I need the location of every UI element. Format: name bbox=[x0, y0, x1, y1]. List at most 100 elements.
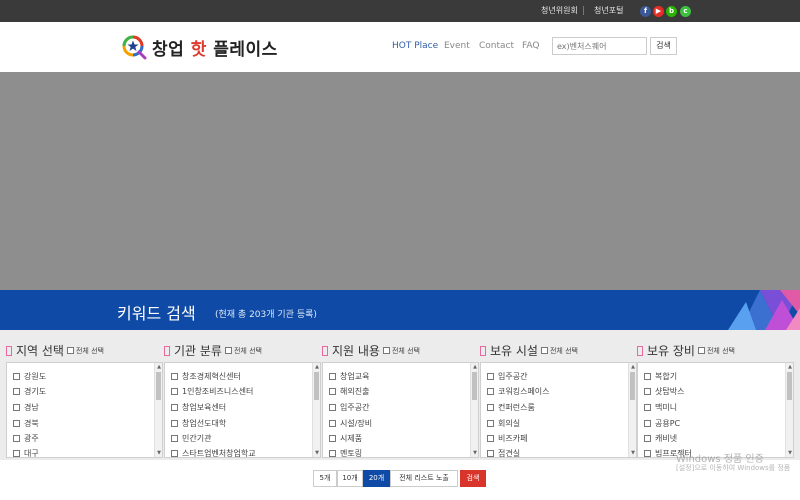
list-item[interactable]: 비즈카페 bbox=[487, 433, 527, 444]
checkbox-icon[interactable] bbox=[540, 347, 548, 354]
nav-hot-place[interactable]: HOT Place bbox=[392, 41, 438, 51]
filter-list[interactable]: 창조경제혁신센터 1인창조비즈니스센터 창업보육센터 창업선도대학 민간기관 스… bbox=[164, 362, 321, 458]
checkbox-icon[interactable] bbox=[487, 420, 494, 427]
list-item[interactable]: 스타트업벤처창업학교 bbox=[171, 448, 256, 457]
checkbox-icon[interactable] bbox=[329, 404, 336, 411]
checkbox-icon[interactable] bbox=[66, 347, 74, 354]
filter-title: 보유 시설 bbox=[490, 344, 538, 358]
list-item[interactable]: 광주 bbox=[13, 433, 39, 444]
checkbox-icon[interactable] bbox=[171, 388, 178, 395]
list-item[interactable]: 캐비넷 bbox=[644, 433, 677, 444]
logo-text[interactable]: 창업 핫 플레이스 bbox=[152, 35, 278, 60]
checkbox-icon[interactable] bbox=[13, 388, 20, 395]
checkbox-icon[interactable] bbox=[644, 420, 651, 427]
checkbox-icon[interactable] bbox=[487, 435, 494, 442]
list-item[interactable]: 회의실 bbox=[487, 418, 520, 429]
list-item[interactable]: 공용PC bbox=[644, 418, 680, 429]
list-item[interactable]: 강원도 bbox=[13, 371, 46, 382]
checkbox-icon[interactable] bbox=[697, 347, 705, 354]
checkbox-icon[interactable] bbox=[13, 435, 20, 442]
top-divider bbox=[583, 6, 584, 15]
search-button[interactable]: 검색 bbox=[650, 37, 677, 55]
blog-icon[interactable]: b bbox=[666, 6, 677, 17]
checkbox-icon[interactable] bbox=[171, 450, 178, 457]
list-item[interactable]: 1인창조비즈니스센터 bbox=[171, 386, 253, 397]
page-size-10-button[interactable]: 10개 bbox=[337, 470, 363, 487]
youtube-icon[interactable]: ▶ bbox=[653, 6, 664, 17]
scroll-down-icon[interactable]: ▼ bbox=[786, 449, 793, 457]
checkbox-icon[interactable] bbox=[13, 420, 20, 427]
checkbox-icon[interactable] bbox=[382, 347, 390, 354]
committee-link[interactable]: 청년위원회 bbox=[541, 5, 578, 16]
youth-portal-link[interactable]: 청년포털 bbox=[594, 5, 623, 16]
list-item[interactable]: 복합기 bbox=[644, 371, 677, 382]
checkbox-icon[interactable] bbox=[644, 450, 651, 457]
search-input[interactable] bbox=[552, 37, 647, 55]
checkbox-icon[interactable] bbox=[13, 373, 20, 380]
scroll-thumb[interactable] bbox=[787, 372, 792, 400]
select-all-checkbox[interactable]: 전체 선택 bbox=[224, 347, 262, 355]
filter-list[interactable]: 복합기 샷탑박스 맥미니 공용PC 캐비넷 빔프로젝터 ▲ ▼ bbox=[637, 362, 794, 458]
checkbox-icon[interactable] bbox=[487, 373, 494, 380]
show-all-list-button[interactable]: 전체 리스트 노출 bbox=[390, 470, 458, 487]
checkbox-icon[interactable] bbox=[487, 450, 494, 457]
checkbox-icon[interactable] bbox=[171, 404, 178, 411]
nav-faq[interactable]: FAQ bbox=[522, 41, 539, 51]
list-item[interactable]: 해외진출 bbox=[329, 386, 369, 397]
list-item[interactable]: 경남 bbox=[13, 402, 39, 413]
checkbox-icon[interactable] bbox=[171, 435, 178, 442]
checkbox-icon[interactable] bbox=[644, 404, 651, 411]
select-all-checkbox[interactable]: 전체 선택 bbox=[540, 347, 578, 355]
list-item[interactable]: 민간기관 bbox=[171, 433, 211, 444]
checkbox-icon[interactable] bbox=[13, 404, 20, 411]
list-item[interactable]: 시설/장비 bbox=[329, 418, 372, 429]
filter-search-button[interactable]: 검색 bbox=[460, 470, 486, 487]
list-item[interactable]: 맥미니 bbox=[644, 402, 677, 413]
list-item[interactable]: 창업교육 bbox=[329, 371, 369, 382]
checkbox-icon[interactable] bbox=[644, 373, 651, 380]
checkbox-icon[interactable] bbox=[329, 420, 336, 427]
scroll-up-icon[interactable]: ▲ bbox=[786, 363, 793, 371]
facebook-icon[interactable]: f bbox=[640, 6, 651, 17]
checkbox-icon[interactable] bbox=[644, 388, 651, 395]
checkbox-icon[interactable] bbox=[329, 388, 336, 395]
list-item[interactable]: 창업선도대학 bbox=[171, 418, 226, 429]
filter-list[interactable]: 강원도 경기도 경남 경북 광주 대구 ▲ ▼ bbox=[6, 362, 163, 458]
checkbox-icon[interactable] bbox=[329, 373, 336, 380]
list-item[interactable]: 입주공간 bbox=[329, 402, 369, 413]
checkbox-icon[interactable] bbox=[224, 347, 232, 354]
list-item[interactable]: 입주공간 bbox=[487, 371, 527, 382]
filter-list[interactable]: 창업교육 해외진출 입주공간 시설/장비 시제품 멘토링 ▲ ▼ bbox=[322, 362, 479, 458]
nav-event[interactable]: Event bbox=[444, 41, 470, 51]
nav-contact[interactable]: Contact bbox=[479, 41, 514, 51]
checkbox-icon[interactable] bbox=[329, 435, 336, 442]
filter-list[interactable]: 입주공간 코워킹스페이스 컨퍼런스룸 회의실 비즈카페 접견실 ▲ ▼ bbox=[480, 362, 637, 458]
list-item[interactable]: 대구 bbox=[13, 448, 39, 457]
checkbox-icon[interactable] bbox=[487, 388, 494, 395]
select-all-checkbox[interactable]: 전체 선택 bbox=[66, 347, 104, 355]
checkbox-icon[interactable] bbox=[13, 450, 20, 457]
list-item[interactable]: 접견실 bbox=[487, 448, 520, 457]
select-all-checkbox[interactable]: 전체 선택 bbox=[697, 347, 735, 355]
list-item[interactable]: 창업보육센터 bbox=[171, 402, 226, 413]
list-item[interactable]: 창조경제혁신센터 bbox=[171, 371, 241, 382]
list-item[interactable]: 코워킹스페이스 bbox=[487, 386, 550, 397]
logo-icon[interactable] bbox=[121, 34, 147, 60]
scrollbar[interactable]: ▲ ▼ bbox=[785, 363, 793, 457]
cafe-icon[interactable]: c bbox=[680, 6, 691, 17]
list-item[interactable]: 샷탑박스 bbox=[644, 386, 684, 397]
list-item[interactable]: 시제품 bbox=[329, 433, 362, 444]
checkbox-icon[interactable] bbox=[329, 450, 336, 457]
checkbox-icon[interactable] bbox=[171, 373, 178, 380]
page-size-20-button[interactable]: 20개 bbox=[363, 470, 390, 487]
checkbox-icon[interactable] bbox=[171, 420, 178, 427]
list-item[interactable]: 경기도 bbox=[13, 386, 46, 397]
page-size-5-button[interactable]: 5개 bbox=[313, 470, 337, 487]
list-item[interactable]: 컨퍼런스룸 bbox=[487, 402, 535, 413]
list-item[interactable]: 경북 bbox=[13, 418, 39, 429]
select-all-checkbox[interactable]: 전체 선택 bbox=[382, 347, 420, 355]
checkbox-icon[interactable] bbox=[487, 404, 494, 411]
checkbox-icon[interactable] bbox=[644, 435, 651, 442]
item-label: 멘토링 bbox=[340, 449, 363, 458]
list-item[interactable]: 멘토링 bbox=[329, 448, 363, 458]
